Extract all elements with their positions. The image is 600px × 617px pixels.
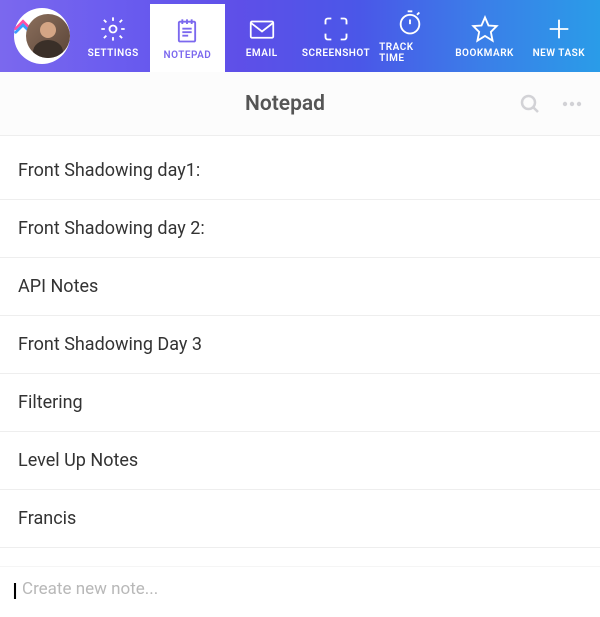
ellipsis-icon [560,92,584,116]
note-row[interactable]: Filtering [0,374,600,432]
nav-email[interactable]: EMAIL [225,0,299,72]
create-note-row: I [0,566,600,617]
note-row[interactable]: API Notes [0,258,600,316]
note-title: API Notes [18,276,98,297]
nav-bookmark[interactable]: BOOKMARK [447,0,521,72]
subheader: Notepad [0,72,600,136]
nav-label: EMAIL [246,48,278,59]
nav-label: TRACK TIME [379,42,441,64]
text-cursor-icon: I [12,580,18,605]
notes-list: Front Shadowing day1: Front Shadowing da… [0,136,600,569]
nav-label: BOOKMARK [455,48,514,59]
topbar: SETTINGS NOTEPAD EMAIL [0,0,600,72]
email-icon [247,14,277,44]
page-title: Notepad [245,92,325,116]
nav-settings[interactable]: SETTINGS [76,0,150,72]
notepad-icon [173,16,201,46]
note-row[interactable]: Front Shadowing day 2: [0,200,600,258]
note-title: Front Shadowing Day 3 [18,334,202,355]
note-title: Front Shadowing day1: [18,160,200,181]
workspace-avatar[interactable] [14,8,70,64]
nav-notepad[interactable]: NOTEPAD [150,4,224,72]
search-button[interactable] [518,92,542,116]
nav-label: SETTINGS [88,48,139,59]
note-row[interactable]: Front Shadowing Day 3 [0,316,600,374]
note-row[interactable]: Francis [0,490,600,548]
screenshot-icon [322,14,350,44]
note-title: Francis [18,508,76,529]
stopwatch-icon [396,8,424,38]
search-icon [518,92,542,116]
nav-label: NOTEPAD [164,50,212,61]
create-note-input[interactable] [22,579,582,599]
nav-label: SCREENSHOT [302,48,370,59]
plus-icon [545,14,573,44]
note-title: Filtering [18,392,83,413]
nav-newtask[interactable]: NEW TASK [522,0,596,72]
nav-label: NEW TASK [533,48,586,59]
gear-icon [99,14,127,44]
nav-tracktime[interactable]: TRACK TIME [373,0,447,72]
note-row[interactable]: Level Up Notes [0,432,600,490]
nav-screenshot[interactable]: SCREENSHOT [299,0,373,72]
note-title: Front Shadowing day 2: [18,218,205,239]
star-icon [471,14,499,44]
more-menu-button[interactable] [560,92,584,116]
user-avatar [26,14,70,58]
note-row[interactable]: Front Shadowing day1: [0,136,600,200]
note-title: Level Up Notes [18,450,138,471]
